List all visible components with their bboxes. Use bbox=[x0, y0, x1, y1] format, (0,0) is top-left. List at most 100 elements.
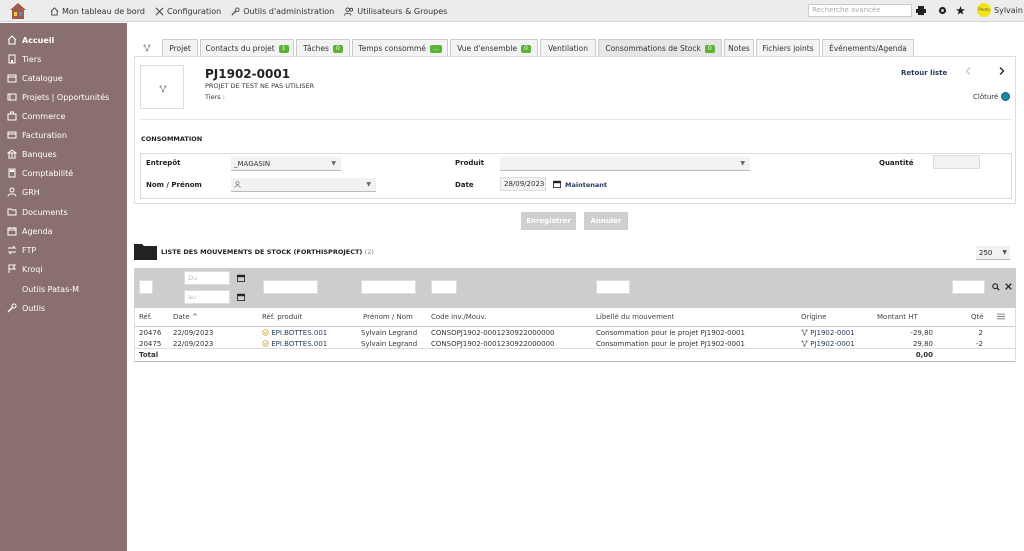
sidebar-item-catalogue[interactable]: Catalogue bbox=[7, 71, 63, 85]
produit-select[interactable]: ▼ bbox=[500, 157, 750, 171]
cell-origine[interactable]: PJ1902-0001 bbox=[801, 328, 855, 338]
tab-notes[interactable]: Notes bbox=[724, 39, 754, 57]
filter-date-from[interactable]: Du bbox=[184, 271, 230, 285]
close-icon[interactable] bbox=[1005, 283, 1012, 290]
table-header: Réf. Date ^ Réf. produit Prénom / Nom Co… bbox=[135, 308, 1015, 327]
col-qty[interactable]: Qté bbox=[971, 313, 984, 321]
sidebar-item-comptabilite[interactable]: Comptabilité bbox=[7, 166, 73, 180]
top-nav: Mon tableau de bord Configuration Outils… bbox=[50, 0, 457, 22]
sidebar-item-outils-patas-m[interactable]: Outils Patas-M bbox=[22, 282, 79, 296]
tab-label: Notes bbox=[728, 44, 750, 53]
cancel-button[interactable]: Annuler bbox=[584, 212, 628, 230]
tab-vue-ensemble[interactable]: Vue d'ensemble 0 bbox=[450, 39, 538, 57]
users-icon bbox=[7, 187, 17, 197]
calendar-icon[interactable] bbox=[553, 180, 561, 188]
tab-taches[interactable]: Tâches 0 bbox=[296, 39, 350, 57]
filter-date-to[interactable]: au bbox=[184, 290, 230, 304]
nav-admin-tools-label: Outils d'administration bbox=[243, 6, 335, 16]
tab-badge: 1 bbox=[278, 44, 289, 53]
tab-projet[interactable]: Projet bbox=[162, 39, 198, 57]
col-date-label: Date bbox=[173, 313, 190, 321]
col-person[interactable]: Prénom / Nom bbox=[363, 313, 413, 321]
tab-temps-consomme[interactable]: Temps consommé... bbox=[352, 39, 448, 57]
save-button[interactable]: Enregistrer bbox=[521, 212, 576, 230]
filter-qty[interactable] bbox=[952, 280, 985, 294]
cell-code: CONSOPJ1902-0001230922000000 bbox=[431, 329, 555, 337]
user-menu[interactable]: Photo Sylvain bbox=[977, 3, 1023, 17]
filter-product[interactable] bbox=[263, 280, 318, 294]
sidebar-item-documents[interactable]: Documents bbox=[7, 205, 68, 219]
col-code[interactable]: Code inv./Mouv. bbox=[431, 313, 486, 321]
nav-configuration[interactable]: Configuration bbox=[155, 7, 221, 16]
star-icon[interactable] bbox=[956, 6, 965, 15]
cell-product-text: EPI.BOTTES.001 bbox=[271, 329, 328, 337]
chevron-left-icon[interactable] bbox=[965, 67, 971, 75]
filter-ref[interactable] bbox=[139, 280, 153, 294]
filter-libelle[interactable] bbox=[596, 280, 630, 294]
tab-fichiers-joints[interactable]: Fichiers joints bbox=[756, 39, 820, 57]
search-icon[interactable] bbox=[992, 283, 1000, 291]
col-montant[interactable]: Montant HT bbox=[877, 313, 918, 321]
sidebar-item-agenda[interactable]: Agenda bbox=[7, 224, 53, 238]
sidebar-item-grh[interactable]: GRH bbox=[7, 185, 40, 199]
calendar-icon[interactable] bbox=[237, 293, 245, 301]
back-to-list-link[interactable]: Retour liste bbox=[901, 69, 947, 77]
tab-contacts[interactable]: Contacts du projet 1 bbox=[200, 39, 294, 57]
nav-dashboard[interactable]: Mon tableau de bord bbox=[50, 7, 145, 16]
user-icon bbox=[234, 181, 241, 188]
nav-users-groups[interactable]: Utilisateurs & Groupes bbox=[344, 7, 447, 16]
now-link[interactable]: Maintenant bbox=[565, 181, 607, 189]
list-count: (2) bbox=[364, 248, 374, 256]
column-selector-icon[interactable] bbox=[997, 313, 1005, 320]
project-tree-icon bbox=[143, 44, 151, 52]
cell-product[interactable]: EPI.BOTTES.001 bbox=[262, 328, 327, 338]
stock-movements-table: Réf. Date ^ Réf. produit Prénom / Nom Co… bbox=[134, 308, 1016, 362]
col-libelle[interactable]: Libellé du mouvement bbox=[596, 313, 674, 321]
sidebar-item-accueil[interactable]: Accueil bbox=[7, 33, 54, 47]
project-icon bbox=[7, 93, 17, 101]
table-row[interactable]: 20476 22/09/2023 EPI.BOTTES.001 Sylvain … bbox=[135, 328, 1015, 338]
col-ref[interactable]: Réf. bbox=[139, 313, 152, 321]
project-ref: PJ1902-0001 bbox=[205, 67, 291, 81]
nom-select[interactable]: ▼ bbox=[231, 178, 376, 192]
tab-consommations-stock[interactable]: Consommations de Stock 0 bbox=[598, 39, 722, 57]
sidebar-item-outils[interactable]: Outils bbox=[7, 301, 45, 315]
entrepot-select[interactable]: _MAGASIN ▼ bbox=[231, 157, 341, 171]
settings-icon[interactable] bbox=[938, 6, 947, 15]
chevron-right-icon[interactable] bbox=[999, 67, 1005, 75]
sidebar-item-label: Agenda bbox=[22, 226, 53, 236]
filter-code[interactable] bbox=[431, 280, 457, 294]
sidebar-item-projets[interactable]: Projets | Opportunités bbox=[7, 90, 109, 104]
sidebar-item-label: Facturation bbox=[22, 130, 67, 140]
tab-project-icon[interactable] bbox=[134, 39, 160, 57]
date-input[interactable]: 28/09/2023 bbox=[500, 177, 546, 191]
app-logo-icon[interactable] bbox=[9, 2, 27, 20]
sidebar-item-ftp[interactable]: FTP bbox=[7, 243, 36, 257]
search-input[interactable]: Recherche avancée bbox=[808, 4, 912, 17]
col-product[interactable]: Réf. produit bbox=[262, 313, 302, 321]
chevron-down-icon: ▼ bbox=[1002, 249, 1007, 256]
sidebar-item-commerce[interactable]: Commerce bbox=[7, 109, 65, 123]
calendar-icon[interactable] bbox=[237, 274, 245, 282]
project-tree-icon bbox=[801, 340, 808, 347]
quantite-label: Quantité bbox=[879, 159, 914, 167]
product-icon bbox=[262, 340, 269, 347]
tab-ventilation[interactable]: Ventilation bbox=[540, 39, 596, 57]
transfer-icon bbox=[7, 245, 17, 255]
tab-label: Ventilation bbox=[548, 44, 588, 53]
sidebar-item-label: Documents bbox=[22, 207, 68, 217]
sidebar-item-facturation[interactable]: Facturation bbox=[7, 128, 67, 142]
sidebar-item-banques[interactable]: Banques bbox=[7, 147, 57, 161]
sidebar-item-tiers[interactable]: Tiers bbox=[7, 52, 41, 66]
col-origine[interactable]: Origine bbox=[801, 313, 826, 321]
tools-icon bbox=[155, 7, 164, 15]
quantite-input[interactable] bbox=[933, 155, 980, 169]
printer-icon[interactable] bbox=[916, 6, 926, 15]
sidebar-item-kroqi[interactable]: Kroqi bbox=[7, 262, 43, 276]
tab-evenements[interactable]: Événements/Agenda bbox=[822, 39, 914, 57]
nav-admin-tools[interactable]: Outils d'administration bbox=[231, 7, 334, 16]
col-date[interactable]: Date ^ bbox=[173, 313, 198, 321]
chevron-down-icon: ▼ bbox=[740, 160, 745, 167]
filter-person[interactable] bbox=[361, 280, 416, 294]
limit-select[interactable]: 250 ▼ bbox=[976, 246, 1010, 260]
